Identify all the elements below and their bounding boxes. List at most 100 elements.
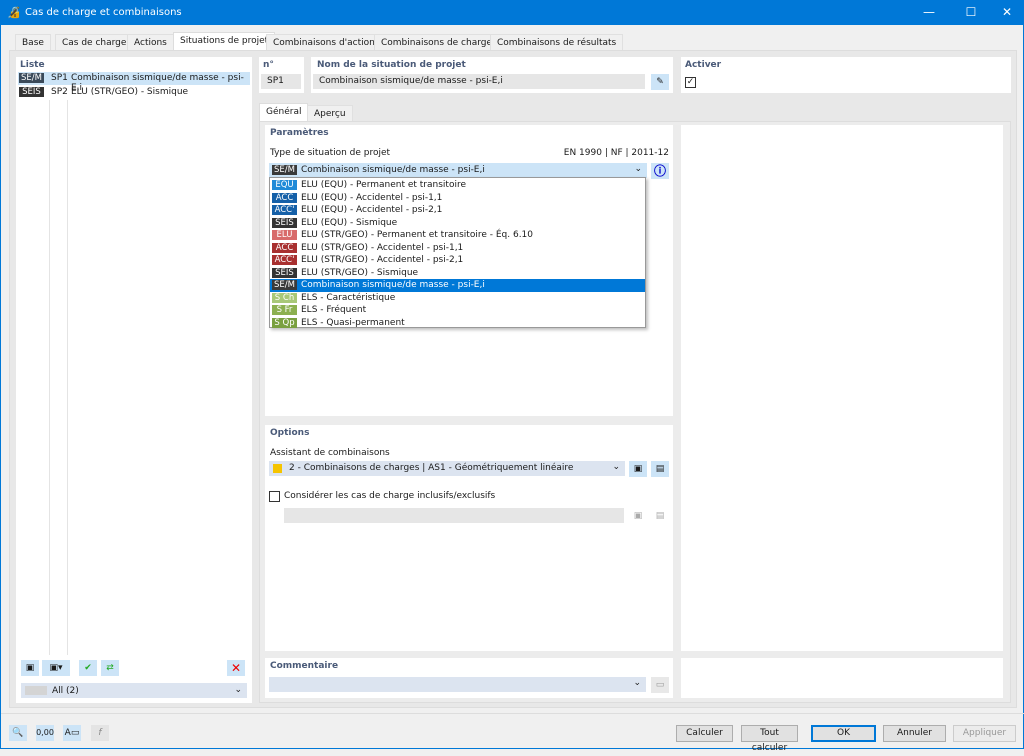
ok-button[interactable]: OK (811, 725, 876, 742)
assistant-dropdown[interactable]: 2 - Combinaisons de charges | AS1 - Géom… (269, 461, 625, 476)
new-disabled-icon: ▣ (633, 511, 643, 521)
type-option[interactable]: S Qp ELS - Quasi-permanent (270, 317, 645, 330)
new-assistant-icon[interactable]: ▣ (629, 461, 647, 477)
type-dropdown[interactable]: SE/M Combinaison sismique/de masse - psi… (269, 163, 647, 178)
type-option[interactable]: S Ch ELS - Caractéristique (270, 292, 645, 305)
list-item[interactable]: SE/M SP1 Combinaison sismique/de masse -… (18, 72, 250, 93)
badge: ELU (272, 230, 297, 240)
name-field[interactable]: Combinaison sismique/de masse - psi-E,i (313, 74, 645, 89)
info-icon[interactable]: ⓘ (651, 163, 669, 179)
tab-design-situations[interactable]: Situations de projet (173, 32, 276, 51)
chevron-down-icon: ⌄ (633, 678, 641, 688)
units-icon[interactable]: 0,00 (36, 725, 54, 741)
chevron-down-icon: ⌄ (612, 462, 620, 472)
type-option[interactable]: SEIS ELU (STR/GEO) - Sismique (270, 267, 645, 280)
number-field[interactable]: SP1 (261, 74, 301, 89)
option-label: ELU (EQU) - Sismique (301, 217, 398, 228)
activate-checkbox[interactable]: ✓ (685, 77, 696, 88)
item-id: SP2 (51, 87, 68, 97)
type-option[interactable]: ACC' ELU (EQU) - Accidentel - psi-2,1 (270, 204, 645, 217)
new-icon[interactable]: ▣ (21, 660, 39, 676)
check-all-icon[interactable]: ✔ (79, 660, 97, 676)
option-label: ELU (STR/GEO) - Accidentel - psi-1,1 (301, 242, 464, 253)
badge: SE/M (272, 280, 297, 290)
badge: EQU (272, 180, 297, 190)
assistant-label: Assistant de combinaisons (270, 448, 390, 458)
preview-panel (681, 125, 1003, 651)
option-label: ELS - Fréquent (301, 305, 367, 315)
type-option[interactable]: ACC ELU (EQU) - Accidentel - psi-1,1 (270, 192, 645, 205)
chevron-down-icon: ⌄ (634, 164, 642, 174)
app-icon: 🔏 (7, 6, 21, 19)
option-label: ELU (STR/GEO) - Permanent et transitoire… (301, 230, 534, 240)
type-option[interactable]: ACC' ELU (STR/GEO) - Accidentel - psi-2,1 (270, 254, 645, 267)
list-item[interactable]: SEIS SP2 ELU (STR/GEO) - Sismique (18, 86, 250, 99)
badge: S Qp (272, 317, 297, 328)
subtab-preview[interactable]: Aperçu (307, 105, 353, 121)
type-option[interactable]: S Fr ELS - Fréquent (270, 304, 645, 317)
toggle-check-icon[interactable]: ⇄ (101, 660, 119, 676)
comment-library-icon[interactable]: ▭ (651, 677, 669, 693)
option-label: ELU (STR/GEO) - Accidentel - psi-2,1 (301, 255, 464, 265)
badge: ACC' (272, 255, 297, 265)
type-option[interactable]: SE/M Combinaison sismique/de masse - psi-… (270, 279, 645, 292)
options-header: Options (270, 428, 310, 438)
badge: SEIS (19, 87, 44, 97)
type-option[interactable]: EQU ELU (EQU) - Permanent et transitoire (270, 179, 645, 192)
calculate-button[interactable]: Calculer (676, 725, 733, 742)
name-label: Nom de la situation de projet (317, 60, 466, 70)
option-label: ELU (EQU) - Accidentel - psi-1,1 (301, 192, 443, 203)
option-label: ELU (STR/GEO) - Sismique (301, 267, 419, 278)
close-button[interactable]: ✕ (999, 5, 1015, 21)
tab-load-cases[interactable]: Cas de charge (55, 34, 134, 50)
option-label: ELS - Caractéristique (301, 292, 396, 303)
name-box: Nom de la situation de projet Combinaiso… (311, 57, 673, 93)
delete-icon[interactable]: ✕ (227, 660, 245, 676)
comment-field[interactable]: ⌄ (269, 677, 646, 692)
badge: ACC (272, 192, 297, 203)
norm-label: EN 1990 | NF | 2011-12 (563, 148, 669, 158)
options-panel: Options Assistant de combinaisons 2 - Co… (265, 425, 673, 651)
tab-load-combinations[interactable]: Combinaisons de charges (374, 34, 504, 50)
inclusive-label: Considérer les cas de charge inclusifs/e… (284, 491, 496, 501)
copy-icon[interactable]: ▣▾ (42, 660, 70, 676)
formula-icon[interactable]: f (91, 725, 109, 741)
chevron-down-icon: ⌄ (234, 685, 242, 695)
calculate-all-button[interactable]: Tout calculer (741, 725, 798, 753)
color-swatch (273, 464, 282, 473)
help-icon[interactable]: 🔍 (9, 725, 27, 741)
edit-icon[interactable]: ✎ (651, 74, 669, 90)
badge: SEIS (272, 217, 297, 228)
list-header: Liste (20, 60, 45, 70)
tab-base[interactable]: Base (15, 34, 51, 50)
tab-actions[interactable]: Actions (127, 34, 174, 50)
type-option[interactable]: SEIS ELU (EQU) - Sismique (270, 217, 645, 230)
tab-result-combinations[interactable]: Combinaisons de résultats (490, 34, 624, 50)
item-id: SP1 (51, 73, 68, 83)
badge: S Ch (272, 292, 297, 303)
type-option[interactable]: ACC ELU (STR/GEO) - Accidentel - psi-1,1 (270, 242, 645, 255)
type-option[interactable]: ELU ELU (STR/GEO) - Permanent et transito… (270, 229, 645, 242)
cancel-button[interactable]: Annuler (883, 725, 946, 742)
item-label: ELU (STR/GEO) - Sismique (71, 87, 189, 97)
number-box: n° SP1 (259, 57, 304, 93)
display-icon[interactable]: A▭ (63, 725, 81, 741)
maximize-button[interactable]: ☐ (963, 5, 979, 21)
badge: SEIS (272, 267, 297, 278)
option-label: ELU (EQU) - Accidentel - psi-2,1 (301, 205, 443, 215)
minimize-button[interactable]: — (921, 5, 937, 21)
inclusive-checkbox[interactable] (269, 491, 280, 502)
number-label: n° (263, 60, 274, 70)
filter-dropdown[interactable]: All (2) ⌄ (21, 683, 247, 698)
list-panel: Liste SE/M SP1 Combinaison sismique/de m… (16, 57, 252, 703)
parameters-header: Paramètres (270, 128, 329, 138)
inclusive-field[interactable] (284, 508, 624, 523)
type-label: Type de situation de projet (270, 148, 391, 158)
tab-action-combinations[interactable]: Combinaisons d'actions (266, 34, 387, 50)
type-value: Combinaison sismique/de masse - psi-E,i (301, 165, 485, 175)
badge: ACC' (272, 205, 297, 215)
activate-label: Activer (685, 60, 722, 70)
edit-assistant-icon[interactable]: ▤ (651, 461, 669, 477)
subtab-general[interactable]: Général (259, 103, 309, 122)
apply-button[interactable]: Appliquer (953, 725, 1016, 742)
